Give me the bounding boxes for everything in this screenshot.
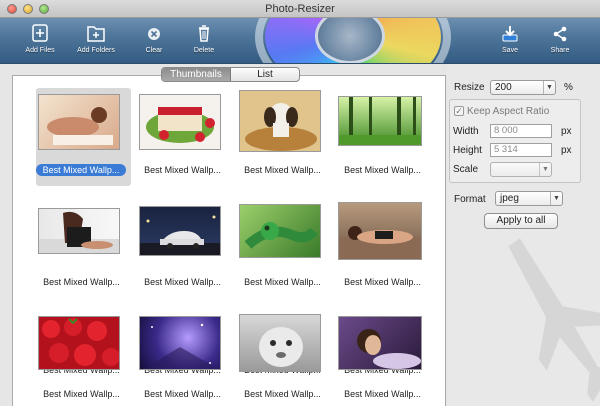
resize-label: Resize (454, 82, 485, 93)
thumbnail-caption: Best Mixed Wallp... (344, 389, 421, 399)
keep-aspect-label: Keep Aspect Ratio (467, 106, 550, 117)
photo-puppy-basket (245, 103, 317, 151)
thumbnail-image (139, 94, 221, 150)
thumbnail-caption: Best Mixed Wallp... (344, 277, 421, 287)
clear-icon (148, 28, 160, 40)
thumbnail-image (239, 204, 321, 258)
chevron-down-icon: ▼ (543, 81, 555, 94)
photo-strawberry-cake (146, 107, 215, 143)
toolbar: Add Files Add Folders Clear Delete Save (0, 18, 600, 64)
add-file-icon (32, 24, 48, 42)
add-files-label: Add Files (25, 47, 55, 54)
format-value: jpeg (500, 193, 519, 204)
resize-value: 200 (495, 82, 512, 93)
clear-label: Clear (145, 47, 163, 54)
thumbnail-caption: Best Mixed Wallp... (144, 165, 221, 175)
apply-to-all-button[interactable]: Apply to all (484, 213, 558, 229)
photo-baby-face (259, 327, 303, 367)
delete-label: Delete (193, 47, 215, 54)
format-label: Format (454, 194, 486, 205)
thumbnail-item[interactable]: Best Mixed Wallp... (237, 88, 332, 186)
photo-woman-lying (47, 107, 113, 145)
photo-strawberries (42, 318, 119, 366)
photo-car-night (140, 215, 220, 255)
height-unit: px (561, 145, 572, 156)
save-label: Save (502, 47, 518, 54)
tab-thumbnails[interactable]: Thumbnails (162, 68, 231, 81)
window-title: Photo-Resizer (265, 3, 335, 15)
thumbnail-image (338, 316, 422, 370)
width-input[interactable]: 8 000 (490, 124, 552, 138)
thumbnail-grid: Best Mixed Wallp... Best Mixed Wallp... (22, 88, 422, 406)
photo-green-forest (339, 97, 421, 145)
thumbnail-image (38, 316, 120, 370)
width-unit: px (561, 126, 572, 137)
thumbnail-caption: Best Mixed Wallp... (244, 165, 321, 175)
thumbnail-caption: Best Mixed Wallp... (244, 277, 321, 287)
share-button[interactable]: Share (532, 22, 588, 62)
photo-woman-portrait (357, 329, 421, 369)
trash-icon (199, 25, 209, 42)
photo-woman-lying-2 (339, 226, 421, 259)
airplane-watermark-icon (508, 238, 600, 402)
thumbnail-image (338, 202, 422, 260)
thumbnail-caption: Best Mixed Wallp... (144, 277, 221, 287)
share-label: Share (550, 47, 570, 54)
resize-unit: % (564, 82, 573, 93)
thumbnail-caption: Best Mixed Wallp... (344, 165, 421, 175)
view-mode-switch: Thumbnails List (161, 67, 300, 82)
thumbnail-caption: Best Mixed Wallp... (43, 277, 120, 287)
add-folder-icon (87, 26, 105, 42)
thumbnail-image (38, 94, 120, 150)
share-icon (553, 26, 567, 42)
photo-woman-on-bed (39, 211, 119, 253)
chevron-down-icon: ▼ (539, 163, 551, 176)
keep-aspect-checkbox[interactable]: ✓ (454, 106, 464, 116)
scale-select[interactable]: ▼ (490, 162, 552, 177)
thumbnail-image (38, 208, 120, 254)
save-download-icon (502, 26, 518, 42)
add-folders-label: Add Folders (77, 47, 115, 54)
thumbnail-item[interactable]: Best Mixed Wallp... (338, 88, 433, 186)
thumbnail-image (239, 90, 321, 152)
add-folders-button[interactable]: Add Folders (68, 22, 124, 62)
chevron-down-icon: ▼ (550, 192, 562, 205)
thumbnail-item[interactable]: Best Mixed Wallp... (137, 88, 232, 186)
tab-list[interactable]: List (231, 68, 299, 81)
height-input[interactable]: 5 314 (490, 143, 552, 157)
thumbnail-image (139, 316, 221, 370)
thumbnail-caption: Best Mixed Wallp... (244, 389, 321, 399)
thumbnail-image (239, 314, 321, 372)
photo-space-nebula (143, 323, 219, 369)
clear-button[interactable]: Clear (126, 22, 182, 62)
scale-label: Scale (453, 164, 479, 175)
save-button[interactable]: Save (482, 22, 538, 62)
add-files-button[interactable]: Add Files (12, 22, 68, 62)
thumbnail-caption: Best Mixed Wallp... (144, 389, 221, 399)
title-bar: Photo-Resizer (0, 0, 600, 18)
thumbnail-caption: Best Mixed Wallp... (43, 389, 120, 399)
width-label: Width (453, 126, 479, 137)
height-label: Height (453, 145, 482, 156)
thumbnail-image (338, 96, 422, 146)
delete-button[interactable]: Delete (176, 22, 232, 62)
thumbnail-caption[interactable]: Best Mixed Wallp... (36, 164, 126, 176)
resize-select[interactable]: 200 ▼ (490, 80, 556, 95)
thumbnail-image (139, 206, 221, 256)
format-select[interactable]: jpeg ▼ (495, 191, 563, 206)
photo-green-lizard (244, 222, 318, 249)
